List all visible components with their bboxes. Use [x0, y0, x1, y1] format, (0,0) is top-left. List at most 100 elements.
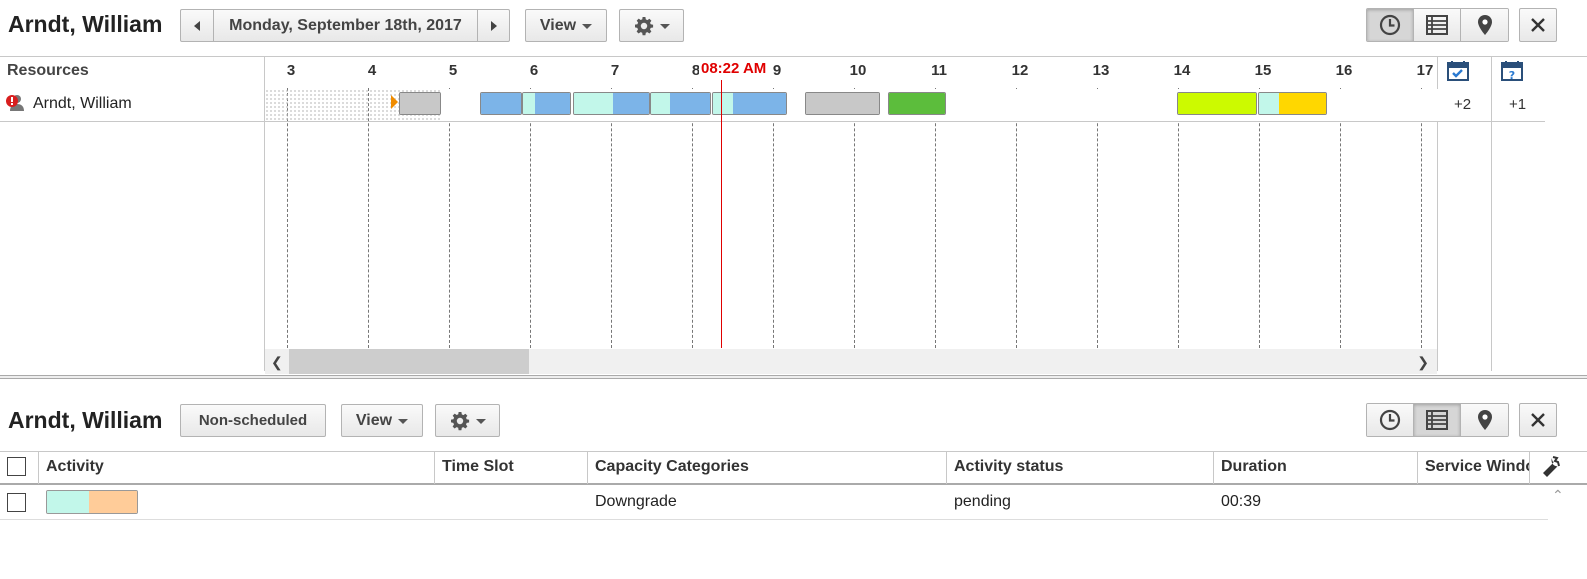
map-pin-icon: [1477, 15, 1492, 35]
hour-gridline: [368, 88, 369, 348]
hour-gridline: [287, 88, 288, 348]
settings-dropdown[interactable]: [619, 9, 684, 42]
wrench-icon: [1543, 456, 1560, 477]
counter-plus-1[interactable]: +1: [1509, 96, 1526, 113]
close-button[interactable]: [1519, 8, 1557, 42]
activity-bar-segment: [523, 93, 535, 114]
settings-dropdown[interactable]: [435, 404, 500, 437]
select-all-checkbox[interactable]: [7, 457, 26, 476]
column-header-service-window[interactable]: Service Window: [1418, 452, 1530, 484]
hour-label: 11: [931, 62, 947, 79]
gear-icon: [634, 16, 653, 35]
activity-bar[interactable]: [573, 92, 650, 115]
activity-bar[interactable]: [480, 92, 522, 115]
activity-bar-segment: [1259, 93, 1280, 114]
column-header-capacity-categories[interactable]: Capacity Categories: [588, 452, 947, 484]
close-icon: [1531, 18, 1545, 32]
activity-bar[interactable]: [1258, 92, 1327, 115]
view-dropdown[interactable]: View: [525, 9, 607, 42]
next-day-button[interactable]: [477, 9, 510, 42]
column-header-activity[interactable]: Activity: [39, 452, 435, 484]
hour-label: 15: [1254, 62, 1272, 79]
scrollbar-thumb[interactable]: [289, 349, 529, 374]
prev-day-button[interactable]: [180, 9, 214, 42]
now-time-label: 08:22 AM: [699, 60, 769, 77]
hour-label: 6: [529, 62, 539, 79]
activity-bar-segment: [806, 93, 879, 114]
row-checkbox[interactable]: [7, 493, 26, 512]
hour-label: 5: [448, 62, 458, 79]
hour-label: 12: [1011, 62, 1029, 79]
time-view-button[interactable]: [1367, 404, 1414, 436]
activity-bar-segment: [889, 93, 945, 114]
activity-bar[interactable]: [1177, 92, 1257, 115]
activity-bar-segment: [713, 93, 733, 114]
clock-icon: [1379, 14, 1401, 36]
activity-bar[interactable]: [805, 92, 880, 115]
hour-gridline: [1016, 88, 1017, 348]
hour-gridline: [935, 88, 936, 348]
non-scheduled-button[interactable]: Non-scheduled: [180, 404, 326, 437]
scroll-up-icon[interactable]: ⌃: [1552, 487, 1564, 504]
activity-bar-segment: [613, 93, 649, 114]
hour-label: 17: [1416, 62, 1434, 79]
list-view-button[interactable]: [1414, 404, 1461, 436]
shift-start-marker: [391, 95, 398, 109]
view-mode-switch: [1366, 8, 1509, 42]
list-view-button[interactable]: [1414, 9, 1461, 41]
close-button[interactable]: [1519, 403, 1557, 437]
svg-text:?: ?: [1509, 69, 1515, 82]
map-view-button[interactable]: [1461, 9, 1508, 41]
hour-gridline: [449, 88, 450, 348]
activity-bar-segment: [732, 93, 786, 114]
horizontal-scrollbar[interactable]: ❮ ❯: [265, 349, 1437, 374]
view-dropdown[interactable]: View: [341, 404, 423, 437]
activity-bar-segment: [481, 93, 521, 114]
activity-swatch[interactable]: [46, 490, 138, 514]
column-settings-button[interactable]: [1538, 455, 1562, 484]
calendar-question-icon[interactable]: ?: [1500, 60, 1524, 87]
hour-gridline: [1097, 88, 1098, 348]
cell-capacity-category: Downgrade: [595, 493, 677, 510]
activity-bar[interactable]: [650, 92, 711, 115]
column-header-time-slot[interactable]: Time Slot: [435, 452, 588, 484]
activity-bar-segment: [1178, 93, 1256, 114]
scroll-right-icon[interactable]: ❯: [1417, 354, 1429, 371]
view-mode-switch: [1366, 403, 1509, 437]
activity-bar-segment: [574, 93, 613, 114]
hour-gridline: [1178, 88, 1179, 348]
activity-bar-segment: [1279, 93, 1326, 114]
header-divider: [0, 56, 1587, 57]
activity-bar[interactable]: [888, 92, 946, 115]
date-label: Monday, September 18th, 2017: [229, 16, 462, 34]
chevron-down-icon: [398, 419, 409, 424]
calendar-check-icon[interactable]: [1446, 60, 1470, 87]
scroll-left-icon[interactable]: ❮: [271, 354, 283, 371]
time-view-button[interactable]: [1367, 9, 1414, 41]
table-row[interactable]: [0, 485, 1548, 520]
list-icon: [1426, 15, 1448, 35]
list-title: Arndt, William: [8, 407, 163, 433]
date-picker[interactable]: Monday, September 18th, 2017: [213, 9, 478, 42]
close-icon: [1531, 413, 1545, 427]
activity-bar[interactable]: [712, 92, 787, 115]
hour-gridline: [1340, 88, 1341, 348]
chevron-down-icon: [475, 419, 486, 424]
schedule-pane: Arndt, William Monday, September 18th, 2…: [0, 0, 1587, 378]
gear-icon: [450, 411, 469, 430]
column-header-duration[interactable]: Duration: [1214, 452, 1418, 484]
map-view-button[interactable]: [1461, 404, 1508, 436]
activity-bar-segment: [534, 93, 570, 114]
hour-label: 7: [610, 62, 620, 79]
activity-swatch-part: [47, 491, 89, 513]
resources-header: Resources: [7, 62, 89, 79]
vertical-scrollbar[interactable]: ⌃: [1548, 485, 1587, 579]
activity-bar[interactable]: [522, 92, 571, 115]
resource-name: Arndt, William: [33, 95, 132, 112]
column-header-activity-status[interactable]: Activity status: [947, 452, 1214, 484]
activity-bar[interactable]: [399, 92, 441, 115]
hour-label: 10: [849, 62, 867, 79]
counter-plus-2[interactable]: +2: [1454, 96, 1471, 113]
activity-bar-segment: [670, 93, 710, 114]
cell-activity-status: pending: [954, 493, 1011, 510]
